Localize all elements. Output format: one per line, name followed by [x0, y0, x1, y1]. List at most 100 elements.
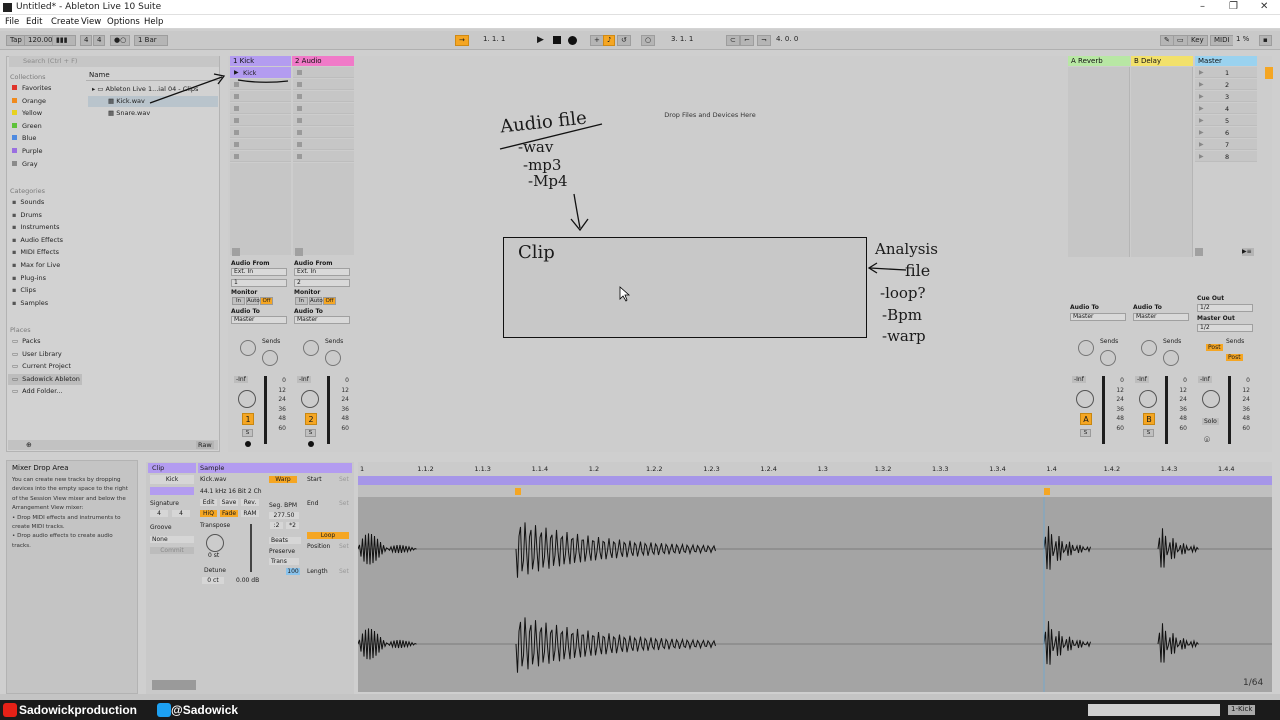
- meter-scale: 0 12 24 36 48 60: [1236, 376, 1250, 434]
- pan-knob[interactable]: [1076, 390, 1094, 408]
- scene-launch-icon[interactable]: ▶: [1199, 141, 1204, 148]
- ruler-tick-label: 1.3.3: [932, 465, 949, 473]
- post-button[interactable]: Post: [1206, 344, 1223, 351]
- solo-cue-button[interactable]: Solo: [1202, 418, 1219, 425]
- meter-scale-tick: 48: [1179, 415, 1187, 423]
- return-activator-button[interactable]: A: [1080, 413, 1092, 425]
- sample-format: 44.1 kHz 16 Bit 2 Ch: [200, 488, 262, 495]
- gain-slider[interactable]: [250, 524, 252, 572]
- send-b-knob[interactable]: [1163, 350, 1179, 366]
- warp-mode-select[interactable]: Beats: [269, 537, 301, 544]
- scene-launch-icon[interactable]: ▶: [1199, 153, 1204, 160]
- hiq-button[interactable]: HiQ: [200, 510, 217, 517]
- info-bullet-1: • Drop MIDI effects and instruments to c…: [12, 514, 121, 531]
- start-set-button[interactable]: Set: [339, 476, 351, 483]
- ruler-tick-label: 1.3.4: [989, 465, 1006, 473]
- loop-button[interactable]: Loop: [307, 532, 349, 539]
- pan-knob[interactable]: [1202, 390, 1220, 408]
- footer-bar: Sadowickproduction @Sadowick 1-Kick: [0, 700, 1280, 720]
- ruler-tick-label: 1.1.4: [531, 465, 549, 473]
- scene-slot[interactable]: ▶ 3: [1195, 91, 1257, 102]
- scene-view-icon[interactable]: [1265, 67, 1273, 79]
- return-audio-to-label: Audio To: [1133, 304, 1162, 311]
- return-audio-to-label: Audio To: [1070, 304, 1099, 311]
- cue-out-label: Cue Out: [1197, 295, 1225, 302]
- detune-value[interactable]: 0 ct: [202, 577, 224, 584]
- return-output-select[interactable]: Master: [1133, 313, 1189, 321]
- ruler-tick-label: 1.4: [1046, 465, 1057, 473]
- save-button[interactable]: Save: [220, 499, 238, 506]
- scene-launch-icon[interactable]: ▶: [1199, 69, 1204, 76]
- return-activator-button[interactable]: B: [1143, 413, 1155, 425]
- seg-bpm-field[interactable]: 277.50: [269, 512, 299, 519]
- sig-num-field[interactable]: 4: [150, 510, 168, 517]
- meter-scale-tick: 48: [1116, 415, 1124, 423]
- clip-color-select[interactable]: [150, 487, 194, 495]
- scene-launch-icon[interactable]: ▶: [1199, 93, 1204, 100]
- fade-button[interactable]: Fade: [220, 510, 238, 517]
- end-set-button[interactable]: Set: [339, 500, 351, 507]
- volume-readout[interactable]: -Inf: [1198, 376, 1212, 383]
- scene-launch-icon[interactable]: ▶: [1199, 105, 1204, 112]
- scene-slot[interactable]: ▶ 6: [1195, 127, 1257, 138]
- scene-slot[interactable]: ▶ 5: [1195, 115, 1257, 126]
- warp-marker-icon[interactable]: [515, 488, 521, 495]
- sig-den-field[interactable]: 4: [172, 510, 190, 517]
- halve-button[interactable]: :2: [270, 522, 283, 529]
- sample-tab[interactable]: Sample: [198, 463, 352, 473]
- clip-name-field[interactable]: Kick: [150, 475, 194, 484]
- commit-button[interactable]: Commit: [150, 547, 194, 554]
- send-a-knob[interactable]: [1141, 340, 1157, 356]
- overview-strip[interactable]: [1088, 704, 1220, 716]
- reverse-button[interactable]: Rev.: [241, 499, 259, 506]
- send-b-knob[interactable]: [1100, 350, 1116, 366]
- send-a-knob[interactable]: [1078, 340, 1094, 356]
- warp-marker-icon[interactable]: [1044, 488, 1050, 495]
- scene-slot[interactable]: ▶ 7: [1195, 139, 1257, 150]
- master-out-select[interactable]: 1/2: [1197, 324, 1253, 332]
- loop-brace[interactable]: [358, 476, 1272, 485]
- ruler-tick-label: 1.1.2: [417, 465, 434, 473]
- length-set-button[interactable]: Set: [339, 568, 351, 575]
- scene-slot[interactable]: ▶ 8: [1195, 151, 1257, 162]
- clip-view-toggle-icons[interactable]: [152, 680, 196, 690]
- return-output-select[interactable]: Master: [1070, 313, 1126, 321]
- volume-readout[interactable]: -Inf: [1135, 376, 1149, 383]
- scene-launch-icon[interactable]: ▶: [1199, 81, 1204, 88]
- clip-tab[interactable]: Clip: [148, 463, 196, 473]
- scene-launch-icon[interactable]: ▶: [1199, 129, 1204, 136]
- scene-slot[interactable]: ▶ 2: [1195, 79, 1257, 90]
- scene-launch-icon[interactable]: ▶: [1199, 117, 1204, 124]
- ruler-tick-label: 1.4.3: [1160, 465, 1178, 473]
- beat-ruler[interactable]: 1 1.1.2 1.1.3 1.1.4 1.2 1.2.2 1.2.3 1.2.4 1.3 1.3…: [358, 462, 1272, 476]
- seg-bpm-label: Seg. BPM: [269, 502, 298, 509]
- stop-all-clips-button[interactable]: [1195, 248, 1203, 256]
- scene-launch-icon[interactable]: ▶≡: [1242, 248, 1254, 256]
- warp-button[interactable]: Warp: [269, 476, 297, 483]
- sends-label: Sends: [1226, 338, 1245, 345]
- envelope-field[interactable]: 100: [286, 568, 300, 575]
- edit-button[interactable]: Edit: [200, 499, 217, 506]
- master-header[interactable]: Master: [1195, 56, 1257, 66]
- volume-readout[interactable]: -Inf: [1072, 376, 1086, 383]
- position-set-button[interactable]: Set: [339, 543, 351, 550]
- double-button[interactable]: *2: [286, 522, 299, 529]
- scene-slot[interactable]: ▶ 4: [1195, 103, 1257, 114]
- headphones-icon[interactable]: ⌾: [1204, 435, 1210, 446]
- return-header-delay[interactable]: B Delay: [1131, 56, 1193, 66]
- scene-slot[interactable]: ▶ 1: [1195, 67, 1257, 78]
- solo-button[interactable]: S: [1080, 429, 1091, 437]
- groove-select[interactable]: None: [150, 536, 194, 543]
- transpose-knob[interactable]: [206, 534, 224, 552]
- warp-marker-bar[interactable]: [358, 485, 1272, 497]
- return-slots-a: [1068, 67, 1130, 257]
- preserve-select[interactable]: Trans: [269, 558, 299, 565]
- solo-button[interactable]: S: [1143, 429, 1154, 437]
- return-header-reverb[interactable]: A Reverb: [1068, 56, 1130, 66]
- cue-out-select[interactable]: 1/2: [1197, 304, 1253, 312]
- post-button[interactable]: Post: [1226, 354, 1243, 361]
- pan-knob[interactable]: [1139, 390, 1157, 408]
- scene-number: 4: [1225, 105, 1230, 113]
- waveform-transient: [1043, 526, 1091, 570]
- ram-button[interactable]: RAM: [241, 510, 259, 517]
